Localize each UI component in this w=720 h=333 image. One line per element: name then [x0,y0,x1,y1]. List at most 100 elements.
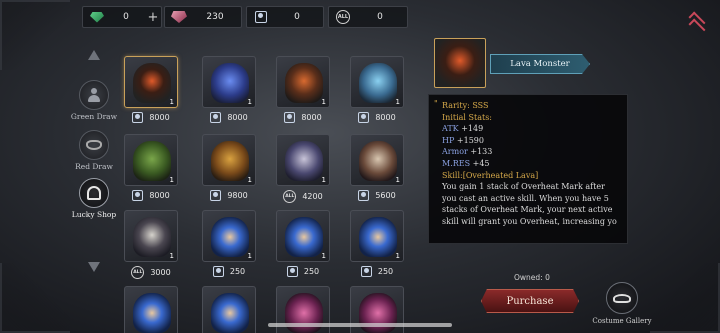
item-cell[interactable]: 1 8000 [202,56,256,123]
chest-portrait [211,141,249,181]
currency-value: 0 [123,12,129,22]
item-quantity: 1 [169,176,174,184]
purchase-button[interactable]: Purchase [481,289,579,313]
currency-green-gem: 0 + [82,6,162,28]
item-card[interactable]: 1 [202,210,256,262]
item-quantity: 1 [169,98,174,106]
price-value: 8000 [149,113,170,122]
ticket-icon [132,190,144,201]
currency-coin: ALL 0 [328,6,408,28]
ticket-icon [284,112,296,123]
item-cell[interactable]: 1 250 [350,210,404,277]
ticket-icon [358,190,370,201]
stat-row: M.RES +45 [442,158,490,168]
item-card[interactable]: 1 [350,134,404,186]
item-card[interactable]: 1 [202,56,256,108]
rarity-value: SSS [472,101,489,110]
item-cell[interactable]: 1 ALL 3000 [124,210,178,279]
rarity-line: Rarity: SSS [442,100,617,112]
item-price: ALL 3000 [124,266,178,279]
item-quantity: 1 [321,98,326,106]
skull-portrait [359,141,397,181]
price-value: 250 [377,267,394,276]
blue-portrait [285,217,323,257]
ticket-icon [212,266,224,277]
owl-portrait [211,63,249,103]
item-price: 8000 [350,112,404,123]
item-quantity: 1 [395,252,400,260]
armor-portrait [285,63,323,103]
price-value: 250 [303,267,320,276]
item-quantity: 1 [247,98,252,106]
goblin-portrait [359,63,397,103]
add-currency-button[interactable]: + [145,10,161,25]
red-draw-icon [79,130,109,160]
scroll-up-arrow-icon[interactable] [88,50,100,60]
menu-red-draw[interactable]: Red Draw [64,130,124,171]
item-card[interactable]: 1 [202,134,256,186]
owned-count: Owned: 0 [514,273,550,282]
item-name-tag: Lava Monster [490,54,590,74]
item-card[interactable] [124,286,178,333]
item-cell[interactable] [202,286,256,333]
item-card[interactable]: 1 [276,56,330,108]
skill-line: Skill:[Overheated Lava] [442,170,617,182]
ticket-icon [210,112,222,123]
item-info-panel[interactable]: " Rarity: SSS Initial Stats: ATK +149 HP… [428,94,628,244]
ticket-icon [132,112,144,123]
gallery-label: Costume Gallery [592,317,652,325]
item-cell[interactable]: 1 8000 [276,56,330,123]
menu-label: Lucky Shop [71,210,117,219]
orc-portrait [133,141,171,181]
item-cell[interactable] [124,286,178,333]
pink-portrait [285,293,323,333]
item-cell[interactable]: 1 8000 [124,134,178,201]
coin-icon: ALL [333,9,353,25]
costume-gallery-button[interactable]: Costume Gallery [592,282,652,325]
item-cell[interactable]: 1 250 [276,210,330,277]
menu-label: Green Draw [70,112,118,121]
plague-portrait [133,217,171,257]
price-value: 8000 [227,113,248,122]
scroll-down-arrow-icon[interactable] [88,262,100,272]
item-price: 250 [276,266,330,277]
item-cell[interactable]: 1 ALL 4200 [276,134,330,203]
item-card[interactable]: 1 [350,210,404,262]
stat-row: Armor +133 [442,147,493,157]
home-indicator[interactable] [268,323,452,327]
item-price: 9800 [202,190,256,201]
item-price: 8000 [276,112,330,123]
skill-label: Skill: [442,170,463,180]
blue-portrait [211,293,249,333]
collapse-menu-icon[interactable] [686,12,708,34]
menu-green-draw[interactable]: Green Draw [64,80,124,121]
item-card[interactable]: 1 [276,134,330,186]
ticket-icon [210,190,222,201]
selected-item-thumbnail [434,38,486,88]
item-cell[interactable]: 1 9800 [202,134,256,201]
item-quantity: 1 [247,252,252,260]
frame-corner-top-left [0,0,70,70]
item-price: 8000 [124,190,178,201]
item-quantity: 1 [321,252,326,260]
item-card[interactable]: 1 [276,210,330,262]
ticket-icon [360,266,372,277]
item-cell[interactable]: 1 8000 [124,56,178,123]
item-cell[interactable]: 1 8000 [350,56,404,123]
price-value: 8000 [149,191,170,200]
stat-row: ATK +149 [442,124,484,134]
item-price: 8000 [124,112,178,123]
item-cell[interactable]: 1 5600 [350,134,404,201]
item-card[interactable]: 1 [124,56,178,108]
item-card[interactable] [202,286,256,333]
lucky-shop-icon [79,178,109,208]
ticket-icon [358,112,370,123]
item-card[interactable]: 1 [124,134,178,186]
item-card[interactable]: 1 [124,210,178,262]
menu-lucky-shop[interactable]: Lucky Shop [64,178,124,219]
item-cell[interactable]: 1 250 [202,210,256,277]
item-card[interactable]: 1 [350,56,404,108]
red-gem-icon [169,9,189,25]
menu-label: Red Draw [75,162,113,171]
currency-ticket: 0 [246,6,324,28]
